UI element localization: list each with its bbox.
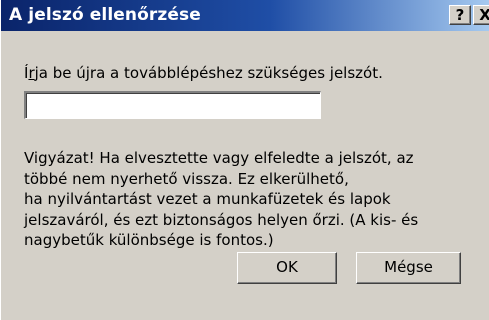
password-input[interactable] (24, 91, 321, 119)
warning-line: jelszaváról, és ezt biztonságos helyen ő… (24, 210, 419, 229)
password-confirm-dialog: A jelszó ellenőrzése ? X Írja be újra a … (0, 0, 489, 320)
warning-text: Vigyázat! Ha elvesztette vagy elfeledte … (24, 148, 474, 251)
warning-line: többé nem nyerhető vissza. Ez elkerülhet… (24, 169, 349, 188)
prompt-label-rest: ja be újra a továbblépéshez szükséges je… (34, 64, 383, 82)
help-button[interactable]: ? (449, 5, 471, 25)
close-icon: X (479, 6, 489, 24)
prompt-label: Írja be újra a továbblépéshez szükséges … (24, 64, 383, 82)
warning-line: ha nyilvántartást vezet a munkafüzetek é… (24, 190, 391, 208)
close-button[interactable]: X (473, 5, 489, 25)
warning-line: nagybetűk különbsége is fontos.) (24, 231, 274, 249)
warning-line: Vigyázat! Ha elvesztette vagy elfeledte … (24, 149, 414, 167)
ok-button[interactable]: OK (237, 252, 337, 284)
dialog-title: A jelszó ellenőrzése (9, 5, 201, 25)
title-bar[interactable]: A jelszó ellenőrzése ? X (1, 0, 489, 31)
cancel-button[interactable]: Mégse (356, 252, 461, 284)
question-mark-icon: ? (455, 6, 465, 24)
